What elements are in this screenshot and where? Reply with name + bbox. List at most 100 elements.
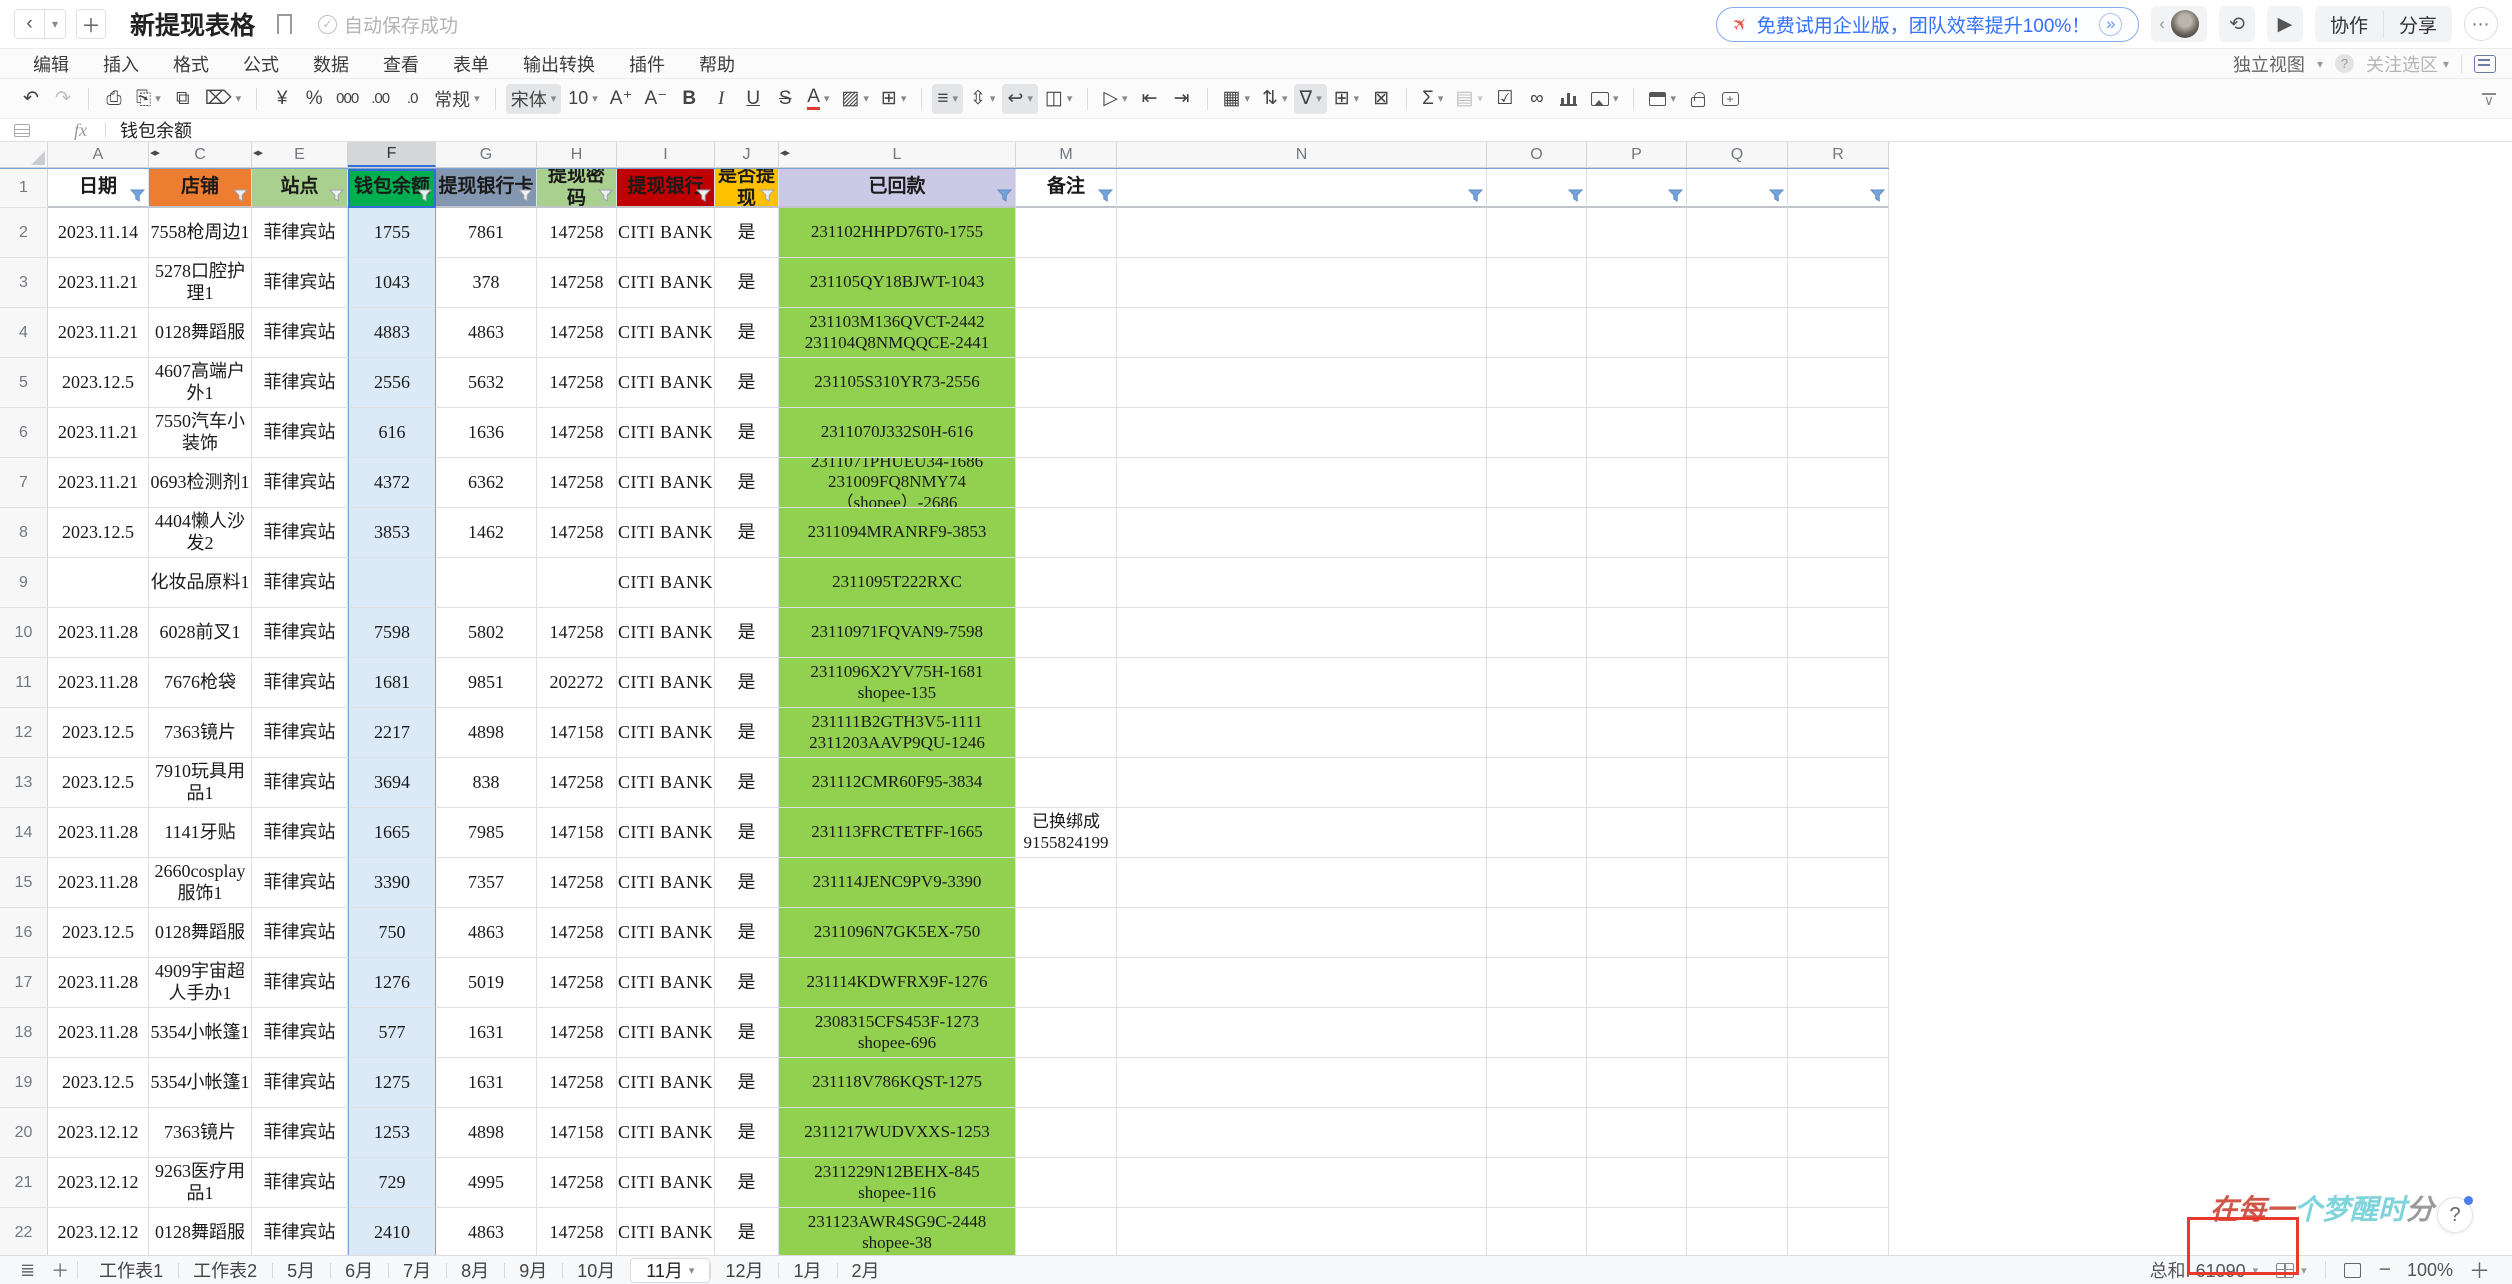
cell-A6[interactable]: 2023.11.21 [48, 408, 149, 458]
menu-format[interactable]: 格式 [156, 51, 226, 77]
cell-R6[interactable] [1788, 408, 1889, 458]
column-header-F[interactable]: F [348, 142, 436, 167]
cell-E13[interactable]: 菲律宾站 [252, 758, 348, 808]
cell-I16[interactable]: CITI BANK [617, 908, 715, 958]
sheet-tab-m7[interactable]: 7月 [388, 1258, 446, 1283]
cell-L22[interactable]: 231123AWR4SG9C-2448 shopee-38 [779, 1208, 1016, 1255]
cell-R10[interactable] [1788, 608, 1889, 658]
fill-color-button[interactable]: ▨ ▾ [836, 84, 873, 114]
cell-E15[interactable]: 菲律宾站 [252, 858, 348, 908]
cell-Q12[interactable] [1687, 708, 1788, 758]
row-header-2[interactable]: 2 [0, 208, 48, 258]
cell-F8[interactable]: 3853 [348, 508, 436, 558]
cell-C7[interactable]: 0693检测剂1 [149, 458, 252, 508]
cell-L5[interactable]: 231105S310YR73-2556 [779, 358, 1016, 408]
cell-M5[interactable] [1016, 358, 1117, 408]
clear-format-button[interactable]: ⌦ ▾ [200, 84, 246, 114]
cell-A22[interactable]: 2023.12.12 [48, 1208, 149, 1255]
cell-R22[interactable] [1788, 1208, 1889, 1255]
cell-M7[interactable] [1016, 458, 1117, 508]
filter-icon[interactable] [1467, 189, 1484, 202]
cell-J13[interactable]: 是 [715, 758, 779, 808]
cell-F22[interactable]: 2410 [348, 1208, 436, 1255]
cell-E18[interactable]: 菲律宾站 [252, 1008, 348, 1058]
cell-E14[interactable]: 菲律宾站 [252, 808, 348, 858]
filter-icon[interactable] [517, 189, 534, 202]
sheet-tab-m9[interactable]: 9月 [504, 1258, 562, 1283]
table-button[interactable]: ⊞ ▾ [1329, 84, 1364, 114]
cell-R4[interactable] [1788, 308, 1889, 358]
cell-M2[interactable] [1016, 208, 1117, 258]
chart-button[interactable] [1554, 84, 1584, 114]
cell-I4[interactable]: CITI BANK [617, 308, 715, 358]
avatar[interactable] [2170, 10, 2199, 38]
cell-J20[interactable]: 是 [715, 1108, 779, 1158]
cell-O7[interactable] [1487, 458, 1587, 508]
menu-help[interactable]: 帮助 [682, 51, 752, 77]
independent-view-button[interactable]: 独立视图 [2233, 51, 2305, 77]
cell-C20[interactable]: 7363镜片 [149, 1108, 252, 1158]
cell-F3[interactable]: 1043 [348, 258, 436, 308]
cell-J6[interactable]: 是 [715, 408, 779, 458]
cell-G12[interactable]: 4898 [436, 708, 537, 758]
row-header-17[interactable]: 17 [0, 958, 48, 1008]
cell-N18[interactable] [1117, 1008, 1487, 1058]
cell-A19[interactable]: 2023.12.5 [48, 1058, 149, 1108]
cell-O19[interactable] [1487, 1058, 1587, 1108]
row-header-6[interactable]: 6 [0, 408, 48, 458]
column-header-A[interactable]: A ◂▸ [48, 142, 160, 167]
cell-R18[interactable] [1788, 1008, 1889, 1058]
cell-I17[interactable]: CITI BANK [617, 958, 715, 1008]
cell-I5[interactable]: CITI BANK [617, 358, 715, 408]
cell-O13[interactable] [1487, 758, 1587, 808]
percent-button[interactable]: % [299, 84, 329, 114]
number-format-button[interactable]: 常规 ▾ [429, 84, 485, 114]
cell-J15[interactable]: 是 [715, 858, 779, 908]
cell-J3[interactable]: 是 [715, 258, 779, 308]
cell-M10[interactable] [1016, 608, 1117, 658]
menu-plugin[interactable]: 插件 [612, 51, 682, 77]
cell-C21[interactable]: 9263医疗用品1 [149, 1158, 252, 1208]
cell-I8[interactable]: CITI BANK [617, 508, 715, 558]
cell-Q6[interactable] [1687, 408, 1788, 458]
cell-F20[interactable]: 1253 [348, 1108, 436, 1158]
cell-L9[interactable]: 2311095T222RXC [779, 558, 1016, 608]
cell-I6[interactable]: CITI BANK [617, 408, 715, 458]
filter-icon[interactable] [759, 189, 776, 202]
cell-L18[interactable]: 2308315CFS453F-1273 shopee-696 [779, 1008, 1016, 1058]
menu-form[interactable]: 表单 [436, 51, 506, 77]
add-sheet-button[interactable]: ＋ [43, 1257, 77, 1283]
cell-N16[interactable] [1117, 908, 1487, 958]
cell-R14[interactable] [1788, 808, 1889, 858]
cell-I12[interactable]: CITI BANK [617, 708, 715, 758]
cell-I10[interactable]: CITI BANK [617, 608, 715, 658]
cell-C13[interactable]: 7910玩具用品1 [149, 758, 252, 808]
row-header-15[interactable]: 15 [0, 858, 48, 908]
checkbox-button[interactable]: ☑ [1490, 84, 1520, 114]
cell-N4[interactable] [1117, 308, 1487, 358]
cell-C14[interactable]: 1141牙贴 [149, 808, 252, 858]
cell-F9[interactable] [348, 558, 436, 608]
cell-R3[interactable] [1788, 258, 1889, 308]
cell-L14[interactable]: 231113FRCTETFF-1665 [779, 808, 1016, 858]
cell-L20[interactable]: 2311217WUDVXXS-1253 [779, 1108, 1016, 1158]
row-header-8[interactable]: 8 [0, 508, 48, 558]
cell-H12[interactable]: 147158 [537, 708, 617, 758]
row-header-13[interactable]: 13 [0, 758, 48, 808]
cell-H18[interactable]: 147258 [537, 1008, 617, 1058]
cell-G20[interactable]: 4898 [436, 1108, 537, 1158]
underline-button[interactable]: U [738, 84, 768, 114]
cell-I19[interactable]: CITI BANK [617, 1058, 715, 1108]
cell-E10[interactable]: 菲律宾站 [252, 608, 348, 658]
cell-M6[interactable] [1016, 408, 1117, 458]
cell-M13[interactable] [1016, 758, 1117, 808]
filter-icon[interactable] [1768, 189, 1785, 202]
back-dropdown[interactable]: ▾ [44, 9, 66, 39]
cell-A17[interactable]: 2023.11.28 [48, 958, 149, 1008]
cell-P12[interactable] [1587, 708, 1687, 758]
cell-F15[interactable]: 3390 [348, 858, 436, 908]
cell-L8[interactable]: 2311094MRANRF9-3853 [779, 508, 1016, 558]
cell-G2[interactable]: 7861 [436, 208, 537, 258]
cell-H19[interactable]: 147258 [537, 1058, 617, 1108]
row-header-14[interactable]: 14 [0, 808, 48, 858]
